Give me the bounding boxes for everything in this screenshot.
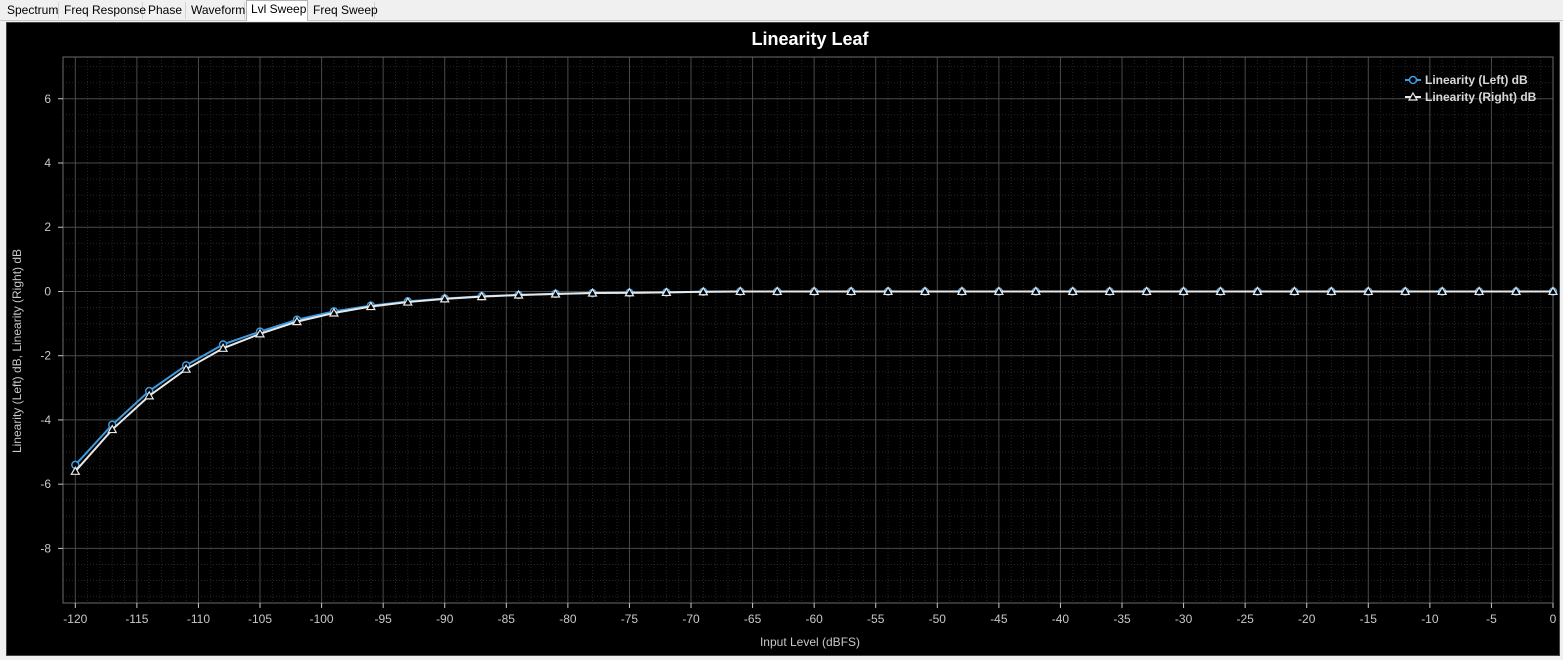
grid-major bbox=[63, 57, 1554, 603]
x-tick-label: -85 bbox=[498, 612, 516, 626]
y-tick-label: -2 bbox=[40, 349, 51, 363]
x-tick-label: -55 bbox=[867, 612, 885, 626]
legend-left-label: Linearity (Left) dB bbox=[1425, 73, 1528, 87]
y-axis: 6 4 2 0 -2 -4 -6 -8 bbox=[40, 92, 63, 555]
y-tick-label: 2 bbox=[44, 220, 51, 234]
legend-right-label: Linearity (Right) dB bbox=[1425, 90, 1537, 104]
y-tick-label: 6 bbox=[44, 92, 51, 106]
tab-freq-sweep[interactable]: Freq Sweep bbox=[309, 2, 378, 19]
x-tick-label: -35 bbox=[1113, 612, 1131, 626]
x-tick-label: -45 bbox=[990, 612, 1008, 626]
x-tick-label: -95 bbox=[374, 612, 392, 626]
x-axis: -120 -115 -110 -105 -100 -95 -90 -85 -80 -75 -70 -6… bbox=[63, 603, 1557, 626]
x-tick-label: -70 bbox=[682, 612, 700, 626]
y-tick-label: -4 bbox=[40, 413, 51, 427]
y-tick-label: 4 bbox=[44, 156, 51, 170]
x-tick-label: -90 bbox=[436, 612, 454, 626]
x-tick-label: -65 bbox=[744, 612, 762, 626]
x-tick-label: -50 bbox=[929, 612, 947, 626]
x-tick-label: -115 bbox=[125, 612, 148, 626]
y-tick-label: -6 bbox=[40, 477, 51, 491]
tab-phase[interactable]: Phase bbox=[144, 2, 186, 19]
linearity-chart: -120 -115 -110 -105 -100 -95 -90 -85 -80 -75 -70 -6… bbox=[10, 29, 1559, 649]
x-tick-label: -30 bbox=[1175, 612, 1193, 626]
tab-waveform[interactable]: Waveform bbox=[187, 2, 245, 19]
legend-left-marker bbox=[1408, 75, 1418, 85]
x-tick-label: -25 bbox=[1236, 612, 1254, 626]
y-tick-label: -8 bbox=[40, 541, 51, 555]
legend: Linearity (Left) dB Linearity (Right) dB bbox=[1405, 73, 1537, 104]
x-tick-label: -100 bbox=[310, 612, 334, 626]
x-tick-label: -10 bbox=[1421, 612, 1439, 626]
y-axis-label: Linearity (Left) dB, Linearity (Right) d… bbox=[10, 249, 24, 453]
x-tick-label: -5 bbox=[1486, 612, 1497, 626]
x-tick-label: -15 bbox=[1360, 612, 1378, 626]
tab-freq-response[interactable]: Freq Response bbox=[60, 2, 146, 19]
x-tick-label: -75 bbox=[621, 612, 639, 626]
x-tick-label: -40 bbox=[1052, 612, 1070, 626]
x-tick-label: -60 bbox=[805, 612, 823, 626]
plot-frame bbox=[62, 56, 1554, 604]
chart-panel: -120 -115 -110 -105 -100 -95 -90 -85 -80 -75 -70 -6… bbox=[6, 22, 1560, 656]
x-tick-label: -105 bbox=[248, 612, 272, 626]
tab-spectrum[interactable]: Spectrum bbox=[3, 2, 59, 19]
grid-minor bbox=[62, 57, 1553, 603]
tab-lvl-sweep[interactable]: Lvl Sweep bbox=[246, 0, 308, 21]
x-tick-label: -110 bbox=[187, 612, 210, 626]
x-tick-label: -120 bbox=[63, 612, 87, 626]
x-axis-label: Input Level (dBFS) bbox=[760, 635, 860, 649]
tab-bar: Spectrum Freq Response Phase Waveform Lv… bbox=[0, 0, 1563, 21]
x-tick-label: 0 bbox=[1550, 612, 1557, 626]
x-tick-label: -80 bbox=[559, 612, 577, 626]
y-tick-label: 0 bbox=[44, 284, 51, 298]
x-tick-label: -20 bbox=[1298, 612, 1316, 626]
chart-title: Linearity Leaf bbox=[751, 29, 869, 49]
